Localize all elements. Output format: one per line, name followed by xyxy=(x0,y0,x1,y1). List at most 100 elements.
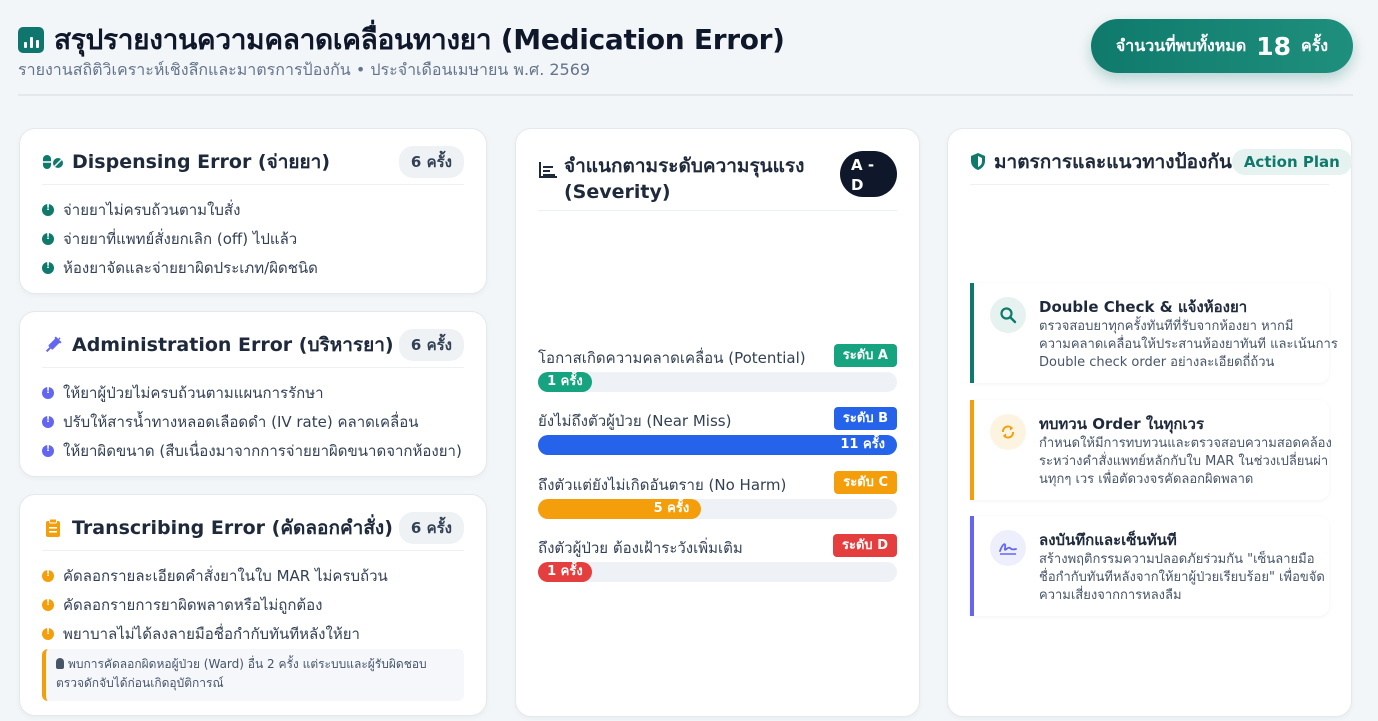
severity-row-b: ยังไม่ถึงตัวผู้ป่วย (Near Miss) ระดับ B … xyxy=(538,407,897,457)
level-tag: ระดับ D xyxy=(833,534,897,557)
total-value: 18 xyxy=(1256,31,1291,61)
chart-bar-icon xyxy=(18,27,44,53)
measure-title: ทบทวน Order ในทุกเวร xyxy=(1039,415,1205,433)
desc-line: กำหนดให้มีการทบทวนและตรวจสอบความสอดคล้อง xyxy=(1039,436,1332,451)
alert-icon xyxy=(42,598,54,611)
measure-description: สร้างพฤติกรรมความปลอดภัยร่วมกัน "เซ็นลาย… xyxy=(1039,551,1325,605)
level-tag: ระดับ B xyxy=(833,407,897,430)
count-badge: 6 ครั้ง xyxy=(398,145,464,178)
item-text: ห้องยาจัดและจ่ายยาผิดประเภท/ผิดชนิด xyxy=(63,258,318,277)
item-text: พยาบาลไม่ได้ลงลายมือชื่อกำกับทันทีหลังให… xyxy=(63,624,360,643)
transcribing-error-card: Transcribing Error (คัดลอกคำสั่ง) 6 ครั้… xyxy=(19,494,487,716)
card-header: จำแนกตามระดับความรุนแรง (Severity) A - D xyxy=(538,147,897,211)
action-plan-badge: Action Plan xyxy=(1231,148,1352,175)
progress-fill: 1 ครั้ง xyxy=(538,372,592,392)
error-list: คัดลอกรายละเอียดคำสั่งยาในใบ MAR ไม่ครบถ… xyxy=(42,561,464,648)
card-title: Administration Error (บริหารยา) xyxy=(72,333,394,356)
progress-track: 1 ครั้ง xyxy=(538,372,897,392)
shield-icon xyxy=(970,152,986,172)
list-item: ห้องยาจัดและจ่ายยาผิดประเภท/ผิดชนิด xyxy=(42,253,464,282)
total-unit: ครั้ง xyxy=(1301,35,1329,55)
pills-icon xyxy=(42,152,64,172)
card-title: มาตรการและแนวทางป้องกัน xyxy=(994,150,1232,173)
accent-bar xyxy=(970,400,974,500)
severity-label: ยังไม่ถึงตัวผู้ป่วย (Near Miss) xyxy=(538,412,732,430)
desc-line: ความเสี่ยงจากการหลงลืม xyxy=(1039,588,1182,603)
item-text: ให้ยาผู้ป่วยไม่ครบถ้วนตามแผนการรักษา xyxy=(63,383,324,402)
item-text: จ่ายยาไม่ครบถ้วนตามใบสั่ง xyxy=(63,200,241,219)
desc-line: นทุกๆ เวร เพื่อตัดวงจรคัดลอกผิดพลาด xyxy=(1039,472,1254,487)
note-line: พบการคัดลอกผิดหอผู้ป่วย (Ward) อื่น 2 คร… xyxy=(56,655,454,674)
clipboard-icon xyxy=(42,518,64,538)
measure-item: ลงบันทึกและเซ็นทันที สร้างพฤติกรรมความปล… xyxy=(970,516,1329,616)
alert-icon xyxy=(42,444,54,457)
severity-label: ถึงตัวผู้ป่วย ต้องเฝ้าระวังเพิ่มเติม xyxy=(538,539,743,557)
card-title: จำแนกตามระดับความรุนแรง (Severity) xyxy=(564,153,804,205)
dispensing-error-card: Dispensing Error (จ่ายยา) 6 ครั้ง จ่ายยา… xyxy=(19,128,487,294)
level-tag: ระดับ A xyxy=(833,344,897,367)
measure-item: Double Check & แจ้งห้องยา ตรวจสอบยาทุกคร… xyxy=(970,283,1338,383)
measure-description: กำหนดให้มีการทบทวนและตรวจสอบความสอดคล้อง… xyxy=(1039,435,1332,489)
page-header: สรุปรายงานความคลาดเคลื่อนทางยา (Medicati… xyxy=(18,14,1353,96)
title-row: สรุปรายงานความคลาดเคลื่อนทางยา (Medicati… xyxy=(18,18,785,62)
alert-icon xyxy=(42,203,54,216)
desc-line: ความคลาดเคลื่อนให้ประสานห้องยาทันที และเ… xyxy=(1039,337,1338,352)
card-header: Transcribing Error (คัดลอกคำสั่ง) 6 ครั้… xyxy=(42,511,464,551)
alert-icon xyxy=(42,569,54,582)
progress-fill: 11 ครั้ง xyxy=(538,435,897,455)
total-count-badge: จำนวนที่พบทั้งหมด 18 ครั้ง xyxy=(1091,19,1353,73)
severity-row-a: โอกาสเกิดความคลาดเคลื่อน (Potential) ระด… xyxy=(538,344,897,394)
card-title: Transcribing Error (คัดลอกคำสั่ง) xyxy=(72,516,393,539)
desc-line: ชื่อกำกับทันทีหลังจากให้ยาผู้ป่วยเรียบร้… xyxy=(1039,570,1325,585)
alert-icon xyxy=(42,627,54,640)
accent-bar xyxy=(970,516,974,616)
list-item: คัดลอกรายละเอียดคำสั่งยาในใบ MAR ไม่ครบถ… xyxy=(42,561,464,590)
measure-item: ทบทวน Order ในทุกเวร กำหนดให้มีการทบทวนแ… xyxy=(970,400,1332,500)
card-header: Administration Error (บริหารยา) 6 ครั้ง xyxy=(42,328,464,368)
badge-line: D xyxy=(851,176,864,194)
severity-label: โอกาสเกิดความคลาดเคลื่อน (Potential) xyxy=(538,349,806,367)
measure-title: ลงบันทึกและเซ็นทันที xyxy=(1039,531,1177,549)
desc-line: ระหว่างคำสั่งแพทย์หลักกับใบ MAR ในช่วงเป… xyxy=(1039,454,1329,469)
progress-track: 1 ครั้ง xyxy=(538,562,897,582)
severity-row-c: ถึงตัวแต่ยังไม่เกิดอันตราย (No Harm) ระด… xyxy=(538,471,897,521)
progress-fill: 5 ครั้ง xyxy=(538,499,702,519)
item-text: คัดลอกรายการยาผิดพลาดหรือไม่ถูกต้อง xyxy=(63,595,323,614)
count-badge: 6 ครั้ง xyxy=(398,328,464,361)
item-text: จ่ายยาที่แพทย์สั่งยกเลิก (off) ไปแล้ว xyxy=(63,229,298,248)
progress-fill: 1 ครั้ง xyxy=(538,562,592,582)
note-text: พบการคัดลอกผิดหอผู้ป่วย (Ward) อื่น 2 คร… xyxy=(68,657,427,671)
badge-line: A - xyxy=(851,156,875,174)
progress-track: 11 ครั้ง xyxy=(538,435,897,455)
bar-chart-icon xyxy=(538,161,558,179)
note-line: ตรวจดักจับได้ก่อนเกิดอุบัติการณ์ xyxy=(56,676,224,690)
card-header: มาตรการและแนวทางป้องกัน Action Plan xyxy=(970,147,1352,185)
list-item: พยาบาลไม่ได้ลงลายมือชื่อกำกับทันทีหลังให… xyxy=(42,619,464,648)
search-icon xyxy=(990,297,1026,333)
card-title: Dispensing Error (จ่ายยา) xyxy=(72,150,331,173)
list-item: ปรับให้สารน้ำทางหลอดเลือดดำ (IV rate) คล… xyxy=(42,407,464,436)
error-list: ให้ยาผู้ป่วยไม่ครบถ้วนตามแผนการรักษา ปรั… xyxy=(42,378,464,465)
alert-icon xyxy=(42,232,54,245)
total-label: จำนวนที่พบทั้งหมด xyxy=(1115,35,1247,55)
alert-icon xyxy=(42,261,54,274)
syringe-icon xyxy=(42,335,64,355)
item-text: คัดลอกรายละเอียดคำสั่งยาในใบ MAR ไม่ครบถ… xyxy=(63,566,388,585)
severity-row-d: ถึงตัวผู้ป่วย ต้องเฝ้าระวังเพิ่มเติม ระด… xyxy=(538,534,897,584)
measure-description: ตรวจสอบยาทุกครั้งทันทีที่รับจากห้องยา หา… xyxy=(1039,318,1338,372)
card-header: Dispensing Error (จ่ายยา) 6 ครั้ง xyxy=(42,145,464,185)
refresh-icon xyxy=(990,414,1026,450)
desc-line: ตรวจสอบยาทุกครั้งทันทีที่รับจากห้องยา หา… xyxy=(1039,319,1294,334)
page-title: สรุปรายงานความคลาดเคลื่อนทางยา (Medicati… xyxy=(54,23,785,56)
list-item: จ่ายยาที่แพทย์สั่งยกเลิก (off) ไปแล้ว xyxy=(42,224,464,253)
alert-icon xyxy=(42,386,54,399)
progress-track: 5 ครั้ง xyxy=(538,499,897,519)
lightbulb-icon xyxy=(56,658,64,669)
accent-bar xyxy=(970,283,974,383)
signature-icon xyxy=(990,530,1026,566)
list-item: คัดลอกรายการยาผิดพลาดหรือไม่ถูกต้อง xyxy=(42,590,464,619)
prevention-card: มาตรการและแนวทางป้องกัน Action Plan Doub… xyxy=(947,128,1352,717)
severity-label: ถึงตัวแต่ยังไม่เกิดอันตราย (No Harm) xyxy=(538,476,787,494)
list-item: ให้ยาผู้ป่วยไม่ครบถ้วนตามแผนการรักษา xyxy=(42,378,464,407)
count-badge: 6 ครั้ง xyxy=(398,511,464,544)
